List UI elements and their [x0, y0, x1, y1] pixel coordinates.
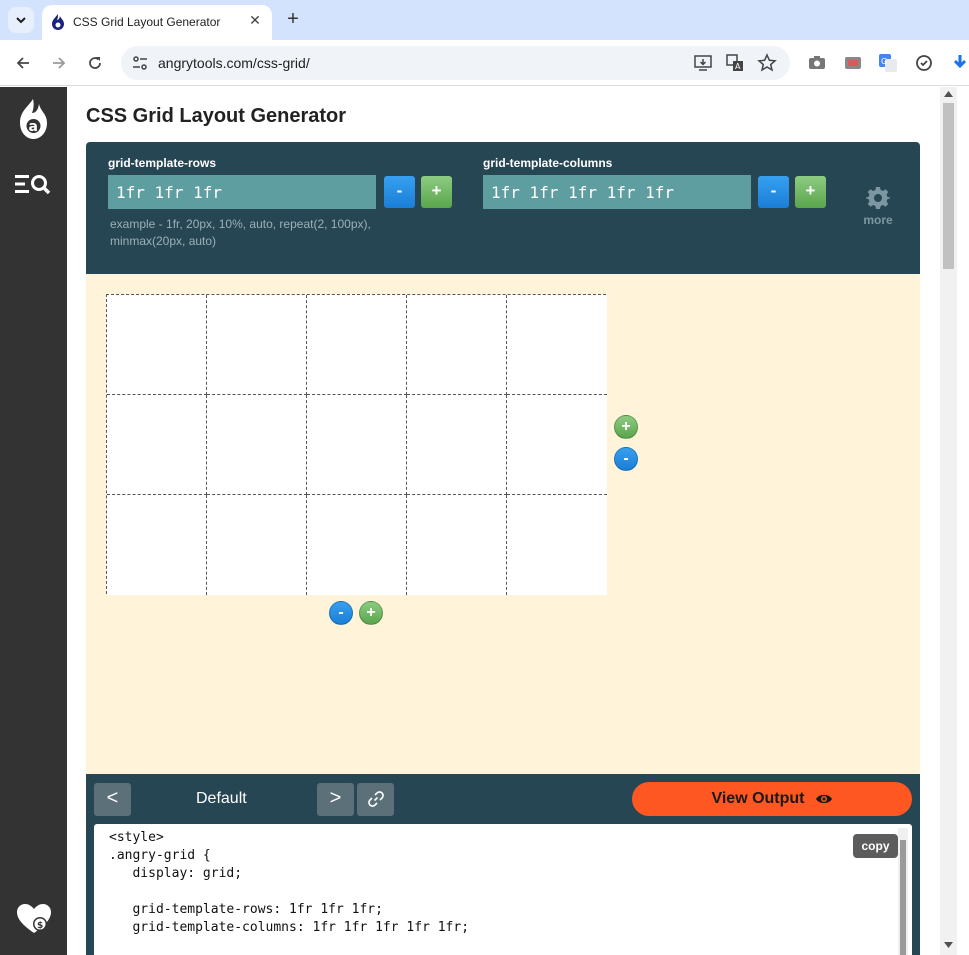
grid-workspace: + - - +: [86, 274, 920, 774]
grid-preview[interactable]: [106, 294, 607, 595]
tab-search-icon[interactable]: [8, 7, 34, 33]
example-hint: example - 1fr, 20px, 10%, auto, repeat(2…: [110, 217, 371, 248]
svg-text:G: G: [881, 57, 887, 66]
grid-cell[interactable]: [307, 295, 407, 395]
bookmark-star-icon[interactable]: [757, 53, 777, 73]
svg-text:a: a: [29, 119, 38, 135]
rows-input[interactable]: [108, 175, 376, 209]
tab-title: CSS Grid Layout Generator: [73, 15, 221, 29]
share-link-button[interactable]: [357, 783, 394, 816]
new-tab-button[interactable]: +: [283, 8, 303, 30]
translate-icon[interactable]: A: [725, 53, 745, 73]
browser-toolbar: angrytools.com/css-grid/ A G: [0, 40, 969, 86]
code-scrollbar[interactable]: [898, 828, 908, 955]
grid-cell[interactable]: [307, 495, 407, 595]
rows-plus-button[interactable]: +: [421, 176, 452, 208]
columns-label: grid-template-columns: [483, 156, 613, 170]
site-info-icon[interactable]: [131, 54, 149, 72]
grid-cell[interactable]: [207, 295, 307, 395]
columns-minus-button[interactable]: -: [758, 176, 789, 208]
code-line: <style>: [109, 830, 164, 845]
grid-cell[interactable]: [507, 395, 607, 495]
menu-search-icon[interactable]: [15, 173, 51, 195]
code-line: grid-template-rows: 1fr 1fr 1fr;: [109, 902, 383, 917]
copy-button[interactable]: copy: [853, 834, 898, 858]
angrytools-favicon-icon: [52, 14, 64, 30]
back-icon[interactable]: [11, 51, 35, 75]
columns-plus-button[interactable]: +: [795, 176, 826, 208]
google-translate-icon[interactable]: G: [878, 53, 898, 73]
columns-input[interactable]: [483, 175, 751, 209]
reload-icon[interactable]: [83, 51, 107, 75]
page-content: CSS Grid Layout Generator grid-template-…: [67, 87, 940, 955]
gear-icon: [866, 187, 890, 209]
link-icon: [367, 791, 384, 807]
grid-cell[interactable]: [107, 495, 207, 595]
install-icon[interactable]: [693, 53, 713, 73]
add-column-button[interactable]: +: [359, 601, 383, 625]
rows-minus-button[interactable]: -: [384, 176, 415, 208]
grid-cell[interactable]: [107, 295, 207, 395]
grid-cell[interactable]: [107, 395, 207, 495]
code-line: display: grid;: [109, 866, 243, 881]
view-output-label: View Output: [711, 790, 805, 807]
grid-cell[interactable]: [407, 495, 507, 595]
page-title: CSS Grid Layout Generator: [86, 105, 347, 127]
code-line: grid-template-columns: 1fr 1fr 1fr 1fr 1…: [109, 920, 470, 935]
view-output-button[interactable]: View Output: [632, 782, 912, 816]
remove-column-button[interactable]: -: [329, 601, 353, 625]
scroll-up-icon[interactable]: [944, 91, 953, 97]
angrytools-logo-icon[interactable]: a: [17, 99, 50, 139]
eye-icon: [815, 794, 832, 804]
scroll-down-icon[interactable]: [944, 942, 953, 948]
grid-cell[interactable]: [407, 295, 507, 395]
grid-config-panel: grid-template-rows - + example - 1fr, 20…: [86, 142, 920, 274]
tab-strip: CSS Grid Layout Generator ✕ +: [0, 0, 969, 40]
code-scrollbar-thumb[interactable]: [900, 840, 906, 955]
url-text[interactable]: angrytools.com/css-grid/: [158, 55, 310, 71]
right-gutter: [957, 87, 969, 955]
preset-name: Default: [196, 790, 247, 807]
screenshot-icon[interactable]: [807, 53, 827, 73]
previous-preset-button[interactable]: <: [94, 783, 131, 816]
grid-cell[interactable]: [207, 495, 307, 595]
active-tab[interactable]: CSS Grid Layout Generator ✕: [42, 5, 272, 40]
site-sidebar: a $: [0, 87, 67, 955]
browser-window: CSS Grid Layout Generator ✕ + angrytools…: [0, 0, 969, 955]
grid-cell[interactable]: [307, 395, 407, 495]
page-scrollbar[interactable]: [940, 87, 957, 955]
more-label: more: [863, 213, 893, 227]
page-scrollbar-thumb[interactable]: [943, 103, 954, 269]
forward-icon[interactable]: [47, 51, 71, 75]
remove-row-button[interactable]: -: [614, 447, 638, 471]
grid-cell[interactable]: [507, 495, 607, 595]
rows-label: grid-template-rows: [108, 156, 217, 170]
output-panel: < Default > View Output <style> .angry-g…: [86, 774, 920, 955]
add-row-button[interactable]: +: [614, 415, 638, 439]
grid-cell[interactable]: [407, 395, 507, 495]
code-line: .angry-grid {: [109, 848, 211, 863]
grid-cell[interactable]: [207, 395, 307, 495]
sync-icon[interactable]: [914, 53, 934, 73]
next-preset-button[interactable]: >: [317, 783, 354, 816]
svg-text:$: $: [37, 921, 43, 931]
donate-heart-icon[interactable]: $: [17, 904, 51, 934]
download-icon[interactable]: [950, 53, 969, 73]
extension-icon[interactable]: [843, 53, 863, 73]
grid-cell[interactable]: [507, 295, 607, 395]
svg-text:A: A: [735, 62, 741, 71]
close-tab-icon[interactable]: ✕: [246, 11, 264, 29]
code-output[interactable]: <style> .angry-grid { display: grid; gri…: [94, 824, 912, 955]
more-button[interactable]: more: [858, 186, 898, 227]
address-bar[interactable]: angrytools.com/css-grid/ A: [121, 46, 790, 80]
